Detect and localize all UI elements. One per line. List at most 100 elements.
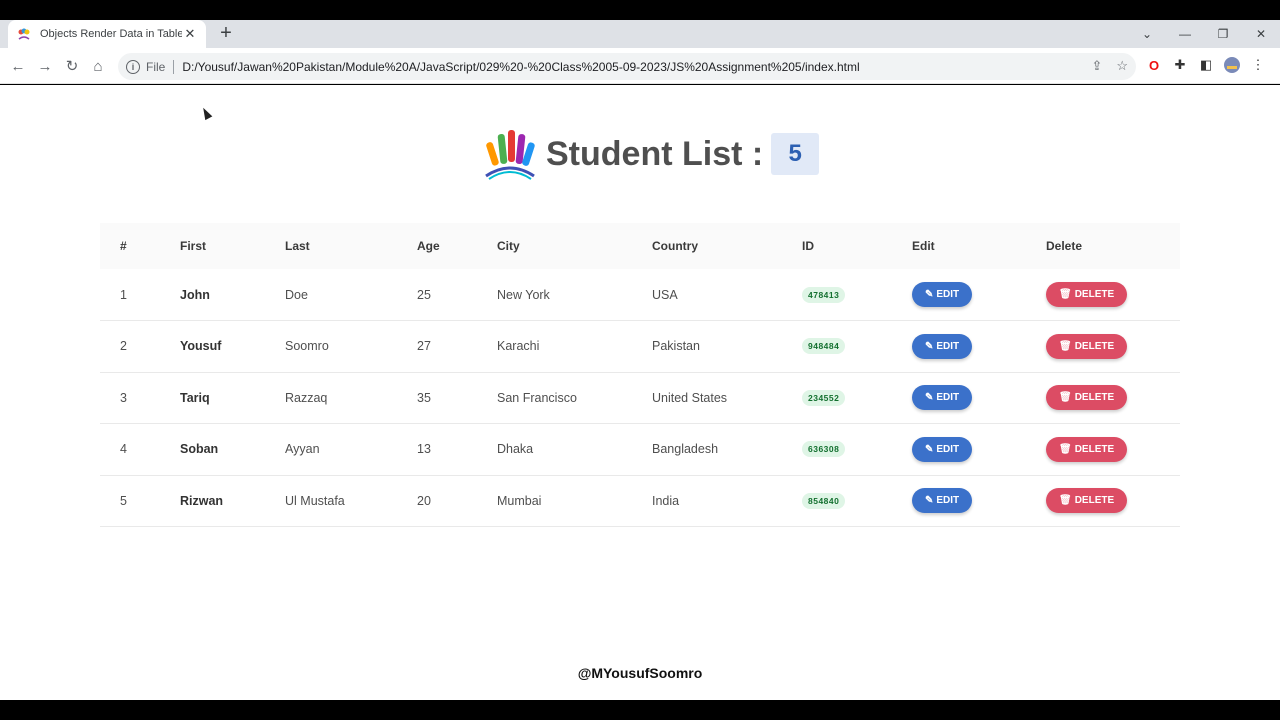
cell-first: Soban — [180, 442, 219, 457]
cell-delete: 🗑 DELETE — [1026, 424, 1180, 476]
browser-tab[interactable]: Objects Render Data in Table ✕ — [8, 20, 206, 48]
cell-country: USA — [652, 287, 678, 302]
cell-first: Yousuf — [180, 339, 222, 354]
footer-handle: @MYousufSoomro — [577, 665, 703, 681]
cell-last: Soomro — [285, 339, 329, 354]
cell-last: Razzaq — [285, 390, 328, 405]
id-badge: 948484 — [802, 338, 846, 355]
cell-id: 478413 — [782, 269, 892, 321]
cell-number: 4 — [120, 442, 127, 457]
new-tab-icon[interactable]: + — [215, 23, 237, 45]
extensions-puzzle-icon[interactable]: ✚ — [1172, 57, 1188, 73]
id-badge: 478413 — [802, 286, 846, 303]
side-panel-icon[interactable]: ◧ — [1198, 57, 1214, 73]
edit-icon: ✎ — [925, 340, 934, 352]
page-content: Student List : 5 # First Last Age City C… — [0, 85, 1280, 700]
delete-label: DELETE — [1074, 495, 1115, 507]
cell-number: 1 — [120, 287, 127, 302]
cell-city: Mumbai — [497, 493, 542, 508]
trash-icon: 🗑 — [1059, 340, 1072, 352]
cell-delete: 🗑 DELETE — [1026, 475, 1180, 527]
cell-delete: 🗑 DELETE — [1026, 321, 1180, 373]
edit-icon: ✎ — [925, 392, 934, 404]
edit-button[interactable]: ✎ EDIT — [912, 385, 973, 411]
edit-button[interactable]: ✎ EDIT — [912, 282, 973, 307]
students-table: # First Last Age City Country ID Edit De… — [100, 223, 1180, 527]
trash-icon: 🗑 — [1059, 289, 1072, 300]
tab-title: Objects Render Data in Table — [40, 28, 182, 40]
id-badge: 854840 — [802, 492, 846, 509]
header-age: Age — [417, 239, 440, 253]
edit-icon: ✎ — [925, 443, 934, 455]
favicon-icon — [16, 26, 32, 42]
delete-label: DELETE — [1074, 443, 1115, 455]
home-icon[interactable]: ⌂ — [86, 54, 110, 78]
url-separator — [173, 59, 175, 74]
delete-label: DELETE — [1074, 289, 1115, 300]
share-icon[interactable]: ⇪ — [1091, 58, 1102, 74]
cell-age: 25 — [417, 287, 431, 302]
cell-country: India — [652, 493, 680, 508]
back-icon[interactable]: ← — [6, 54, 30, 78]
header-delete: Delete — [1046, 239, 1083, 253]
cell-age: 20 — [417, 493, 431, 508]
cell-number: 5 — [120, 493, 127, 508]
table-row: 1 John Doe 25 New York USA 478413 ✎ EDIT … — [100, 269, 1180, 321]
bookmark-star-icon[interactable]: ☆ — [1116, 58, 1128, 74]
site-info-icon[interactable]: i — [126, 59, 140, 74]
delete-button[interactable]: 🗑 DELETE — [1046, 436, 1128, 462]
menu-kebab-icon[interactable]: ⋮ — [1250, 57, 1266, 73]
cell-age: 13 — [417, 442, 431, 457]
url-scheme: File — [146, 59, 166, 74]
cell-country: United States — [652, 390, 728, 405]
cell-edit: ✎ EDIT — [892, 321, 1026, 373]
delete-button[interactable]: 🗑 DELETE — [1046, 333, 1128, 359]
edit-label: EDIT — [936, 392, 960, 404]
header-id: ID — [802, 239, 814, 253]
page-title: Student List : — [546, 134, 764, 173]
edit-button[interactable]: ✎ EDIT — [912, 333, 973, 359]
cell-delete: 🗑 DELETE — [1026, 372, 1180, 424]
tab-close-icon[interactable]: ✕ — [182, 26, 198, 42]
students-logo-icon — [485, 130, 535, 180]
cell-city: New York — [497, 287, 550, 302]
table-row: 5 Rizwan Ul Mustafa 20 Mumbai India 8548… — [100, 475, 1180, 527]
edit-label: EDIT — [936, 443, 960, 455]
trash-icon: 🗑 — [1059, 443, 1072, 455]
cell-first: John — [180, 287, 210, 302]
delete-button[interactable]: 🗑 DELETE — [1046, 385, 1128, 411]
profile-avatar[interactable] — [1224, 57, 1240, 73]
cell-age: 27 — [417, 339, 431, 354]
delete-button[interactable]: 🗑 DELETE — [1046, 488, 1128, 514]
header-country: Country — [652, 239, 698, 253]
opera-extension-icon[interactable]: O — [1146, 57, 1162, 73]
cell-edit: ✎ EDIT — [892, 475, 1026, 527]
forward-icon[interactable]: → — [33, 54, 57, 78]
edit-icon: ✎ — [925, 495, 934, 507]
edit-button[interactable]: ✎ EDIT — [912, 488, 973, 514]
edit-button[interactable]: ✎ EDIT — [912, 436, 973, 462]
url-text[interactable]: D:/Yousuf/Jawan%20Pakistan/Module%20A/Ja… — [182, 60, 859, 74]
minimize-icon[interactable]: — — [1166, 20, 1204, 48]
cell-id: 854840 — [782, 475, 892, 527]
tab-search-icon[interactable]: ⌄ — [1128, 20, 1166, 48]
delete-button[interactable]: 🗑 DELETE — [1046, 282, 1128, 307]
cell-id: 948484 — [782, 321, 892, 373]
cell-first: Rizwan — [180, 493, 224, 508]
address-bar[interactable]: i File D:/Yousuf/Jawan%20Pakistan/Module… — [118, 53, 1136, 80]
browser-tab-strip: Objects Render Data in Table ✕ + ⌄ — ❐ ✕ — [0, 20, 1280, 48]
delete-label: DELETE — [1074, 392, 1115, 404]
cell-id: 234552 — [782, 372, 892, 424]
restore-icon[interactable]: ❐ — [1204, 20, 1242, 48]
cell-first: Tariq — [180, 390, 210, 405]
header-city: City — [497, 239, 520, 253]
edit-icon: ✎ — [925, 289, 934, 300]
cell-city: Dhaka — [497, 442, 534, 457]
cell-number: 2 — [120, 339, 127, 354]
cell-country: Pakistan — [652, 339, 700, 354]
cell-delete: 🗑 DELETE — [1026, 269, 1180, 321]
close-window-icon[interactable]: ✕ — [1242, 20, 1280, 48]
header-last: Last — [285, 239, 310, 253]
table-row: 4 Soban Ayyan 13 Dhaka Bangladesh 636308… — [100, 424, 1180, 476]
reload-icon[interactable]: ↻ — [60, 54, 84, 78]
